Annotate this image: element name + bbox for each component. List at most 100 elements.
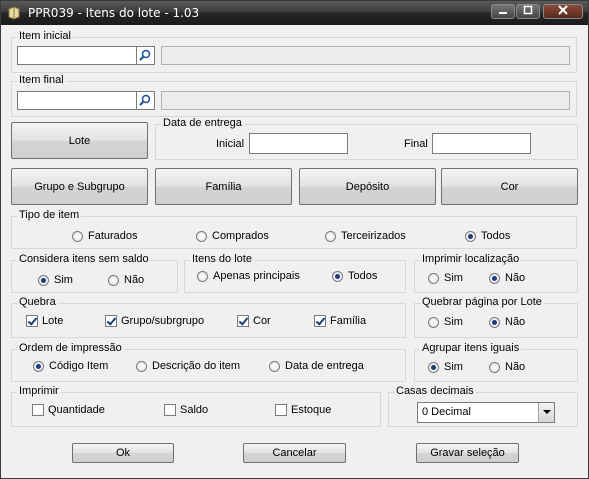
imprimir-localizacao-label: Imprimir localização	[420, 253, 522, 265]
quebra-label: Quebra	[17, 296, 58, 308]
radio-label: Código Item	[49, 360, 109, 372]
radio-indicator	[72, 230, 83, 242]
radio-indicator	[325, 230, 336, 242]
ordem-data-entrega-radio[interactable]: Data de entrega	[269, 360, 364, 372]
radio-indicator	[136, 360, 147, 372]
deposito-button[interactable]: Depósito	[299, 168, 436, 205]
data-inicial-label: Inicial	[216, 138, 245, 150]
checkbox-indicator	[275, 404, 287, 416]
quebra-lote-checkbox[interactable]: Lote	[26, 315, 63, 327]
item-inicial-label: Item inicial	[17, 30, 73, 42]
casas-decimais-select[interactable]: 0 Decimal	[417, 402, 555, 423]
tipo-item-faturados-radio[interactable]: Faturados	[72, 230, 138, 242]
ordem-descricao-item-radio[interactable]: Descrição do item	[136, 360, 240, 372]
itens-lote-apenas-principais-radio[interactable]: Apenas principais	[197, 270, 300, 282]
radio-indicator	[465, 230, 476, 242]
ordem-codigo-item-radio[interactable]: Código Item	[33, 360, 108, 372]
casas-decimais-selected: 0 Decimal	[422, 406, 471, 418]
item-inicial-description	[161, 46, 570, 65]
chevron-down-icon[interactable]	[538, 403, 554, 422]
imprimir-label: Imprimir	[17, 385, 61, 397]
minimize-button[interactable]	[491, 4, 515, 19]
item-final-search-button[interactable]	[136, 92, 154, 109]
quebrar-pagina-nao-radio[interactable]: Não	[489, 316, 525, 328]
considera-sem-saldo-nao-radio[interactable]: Não	[108, 274, 144, 286]
data-final-label: Final	[404, 138, 428, 150]
item-inicial-search-button[interactable]	[136, 47, 154, 64]
data-final-input[interactable]	[432, 133, 531, 154]
radio-indicator	[269, 360, 280, 372]
itens-lote-label: Itens do lote	[190, 253, 254, 265]
app-icon	[8, 6, 20, 20]
radio-label: Todos	[481, 230, 511, 242]
radio-label: Apenas principais	[213, 270, 300, 282]
radio-label: Não	[505, 272, 526, 284]
checkbox-label: Estoque	[291, 404, 332, 416]
tipo-item-label: Tipo de item	[17, 209, 82, 221]
radio-label: Comprados	[212, 230, 269, 242]
quebra-cor-checkbox[interactable]: Cor	[237, 315, 271, 327]
considera-sem-saldo-group: Considera itens sem saldo	[11, 253, 178, 293]
quebra-familia-checkbox[interactable]: Família	[314, 315, 366, 327]
imprimir-estoque-checkbox[interactable]: Estoque	[275, 404, 331, 416]
ok-button[interactable]: Ok	[72, 443, 174, 463]
imprimir-localizacao-sim-radio[interactable]: Sim	[428, 272, 463, 284]
agrupar-itens-nao-radio[interactable]: Não	[489, 361, 525, 373]
radio-indicator	[196, 230, 207, 242]
itens-lote-todos-radio[interactable]: Todos	[332, 270, 377, 282]
search-icon	[139, 49, 151, 61]
radio-indicator	[489, 361, 500, 373]
close-button[interactable]	[543, 4, 583, 19]
radio-label: Descrição do item	[152, 360, 241, 372]
radio-label: Todos	[348, 270, 378, 282]
checkbox-label: Lote	[42, 315, 64, 327]
checkbox-indicator	[32, 404, 44, 416]
data-entrega-label: Data de entrega	[161, 117, 244, 129]
grupo-subgrupo-button[interactable]: Grupo e Subgrupo	[11, 168, 148, 205]
gravar-selecao-button[interactable]: Gravar seleção	[416, 443, 519, 463]
radio-indicator	[428, 316, 439, 328]
quebra-grupo-subgrupo-checkbox[interactable]: Grupo/subrgrupo	[105, 315, 204, 327]
search-icon	[139, 94, 151, 106]
ordem-impressao-label: Ordem de impressão	[17, 342, 124, 354]
lote-button[interactable]: Lote	[11, 122, 148, 159]
close-icon	[558, 5, 568, 15]
checkbox-label: Saldo	[180, 404, 209, 416]
checkbox-indicator	[314, 315, 326, 327]
window-title: PPR039 - Itens do lote - 1.03	[28, 6, 200, 20]
radio-label: Sim	[444, 316, 463, 328]
agrupar-itens-sim-radio[interactable]: Sim	[428, 361, 463, 373]
considera-sem-saldo-label: Considera itens sem saldo	[17, 253, 151, 265]
imprimir-localizacao-nao-radio[interactable]: Não	[489, 272, 525, 284]
radio-label: Terceirizados	[341, 230, 406, 242]
quebrar-pagina-sim-radio[interactable]: Sim	[428, 316, 463, 328]
familia-button[interactable]: Família	[155, 168, 292, 205]
title-bar[interactable]: PPR039 - Itens do lote - 1.03	[1, 1, 588, 25]
cancelar-button[interactable]: Cancelar	[243, 443, 346, 463]
checkbox-label: Cor	[253, 315, 271, 327]
radio-indicator	[489, 272, 500, 284]
cor-button[interactable]: Cor	[441, 168, 578, 205]
radio-indicator	[489, 316, 500, 328]
considera-sem-saldo-sim-radio[interactable]: Sim	[38, 274, 73, 286]
radio-indicator	[428, 272, 439, 284]
radio-indicator	[108, 274, 119, 286]
tipo-item-comprados-radio[interactable]: Comprados	[196, 230, 269, 242]
agrupar-itens-label: Agrupar itens iguais	[420, 342, 522, 354]
minimize-icon	[499, 12, 507, 14]
imprimir-saldo-checkbox[interactable]: Saldo	[164, 404, 208, 416]
casas-decimais-label: Casas decimais	[394, 385, 476, 397]
data-inicial-input[interactable]	[249, 133, 348, 154]
tipo-item-terceirizados-radio[interactable]: Terceirizados	[325, 230, 406, 242]
imprimir-quantidade-checkbox[interactable]: Quantidade	[32, 404, 105, 416]
tipo-item-todos-radio[interactable]: Todos	[465, 230, 510, 242]
item-final-description	[161, 91, 570, 110]
checkbox-label: Quantidade	[48, 404, 105, 416]
radio-label: Faturados	[88, 230, 138, 242]
radio-indicator	[197, 270, 208, 282]
checkbox-indicator	[105, 315, 117, 327]
item-final-code-input[interactable]	[17, 91, 155, 110]
radio-label: Sim	[54, 274, 73, 286]
item-inicial-code-input[interactable]	[17, 46, 155, 65]
maximize-button[interactable]	[516, 4, 540, 19]
